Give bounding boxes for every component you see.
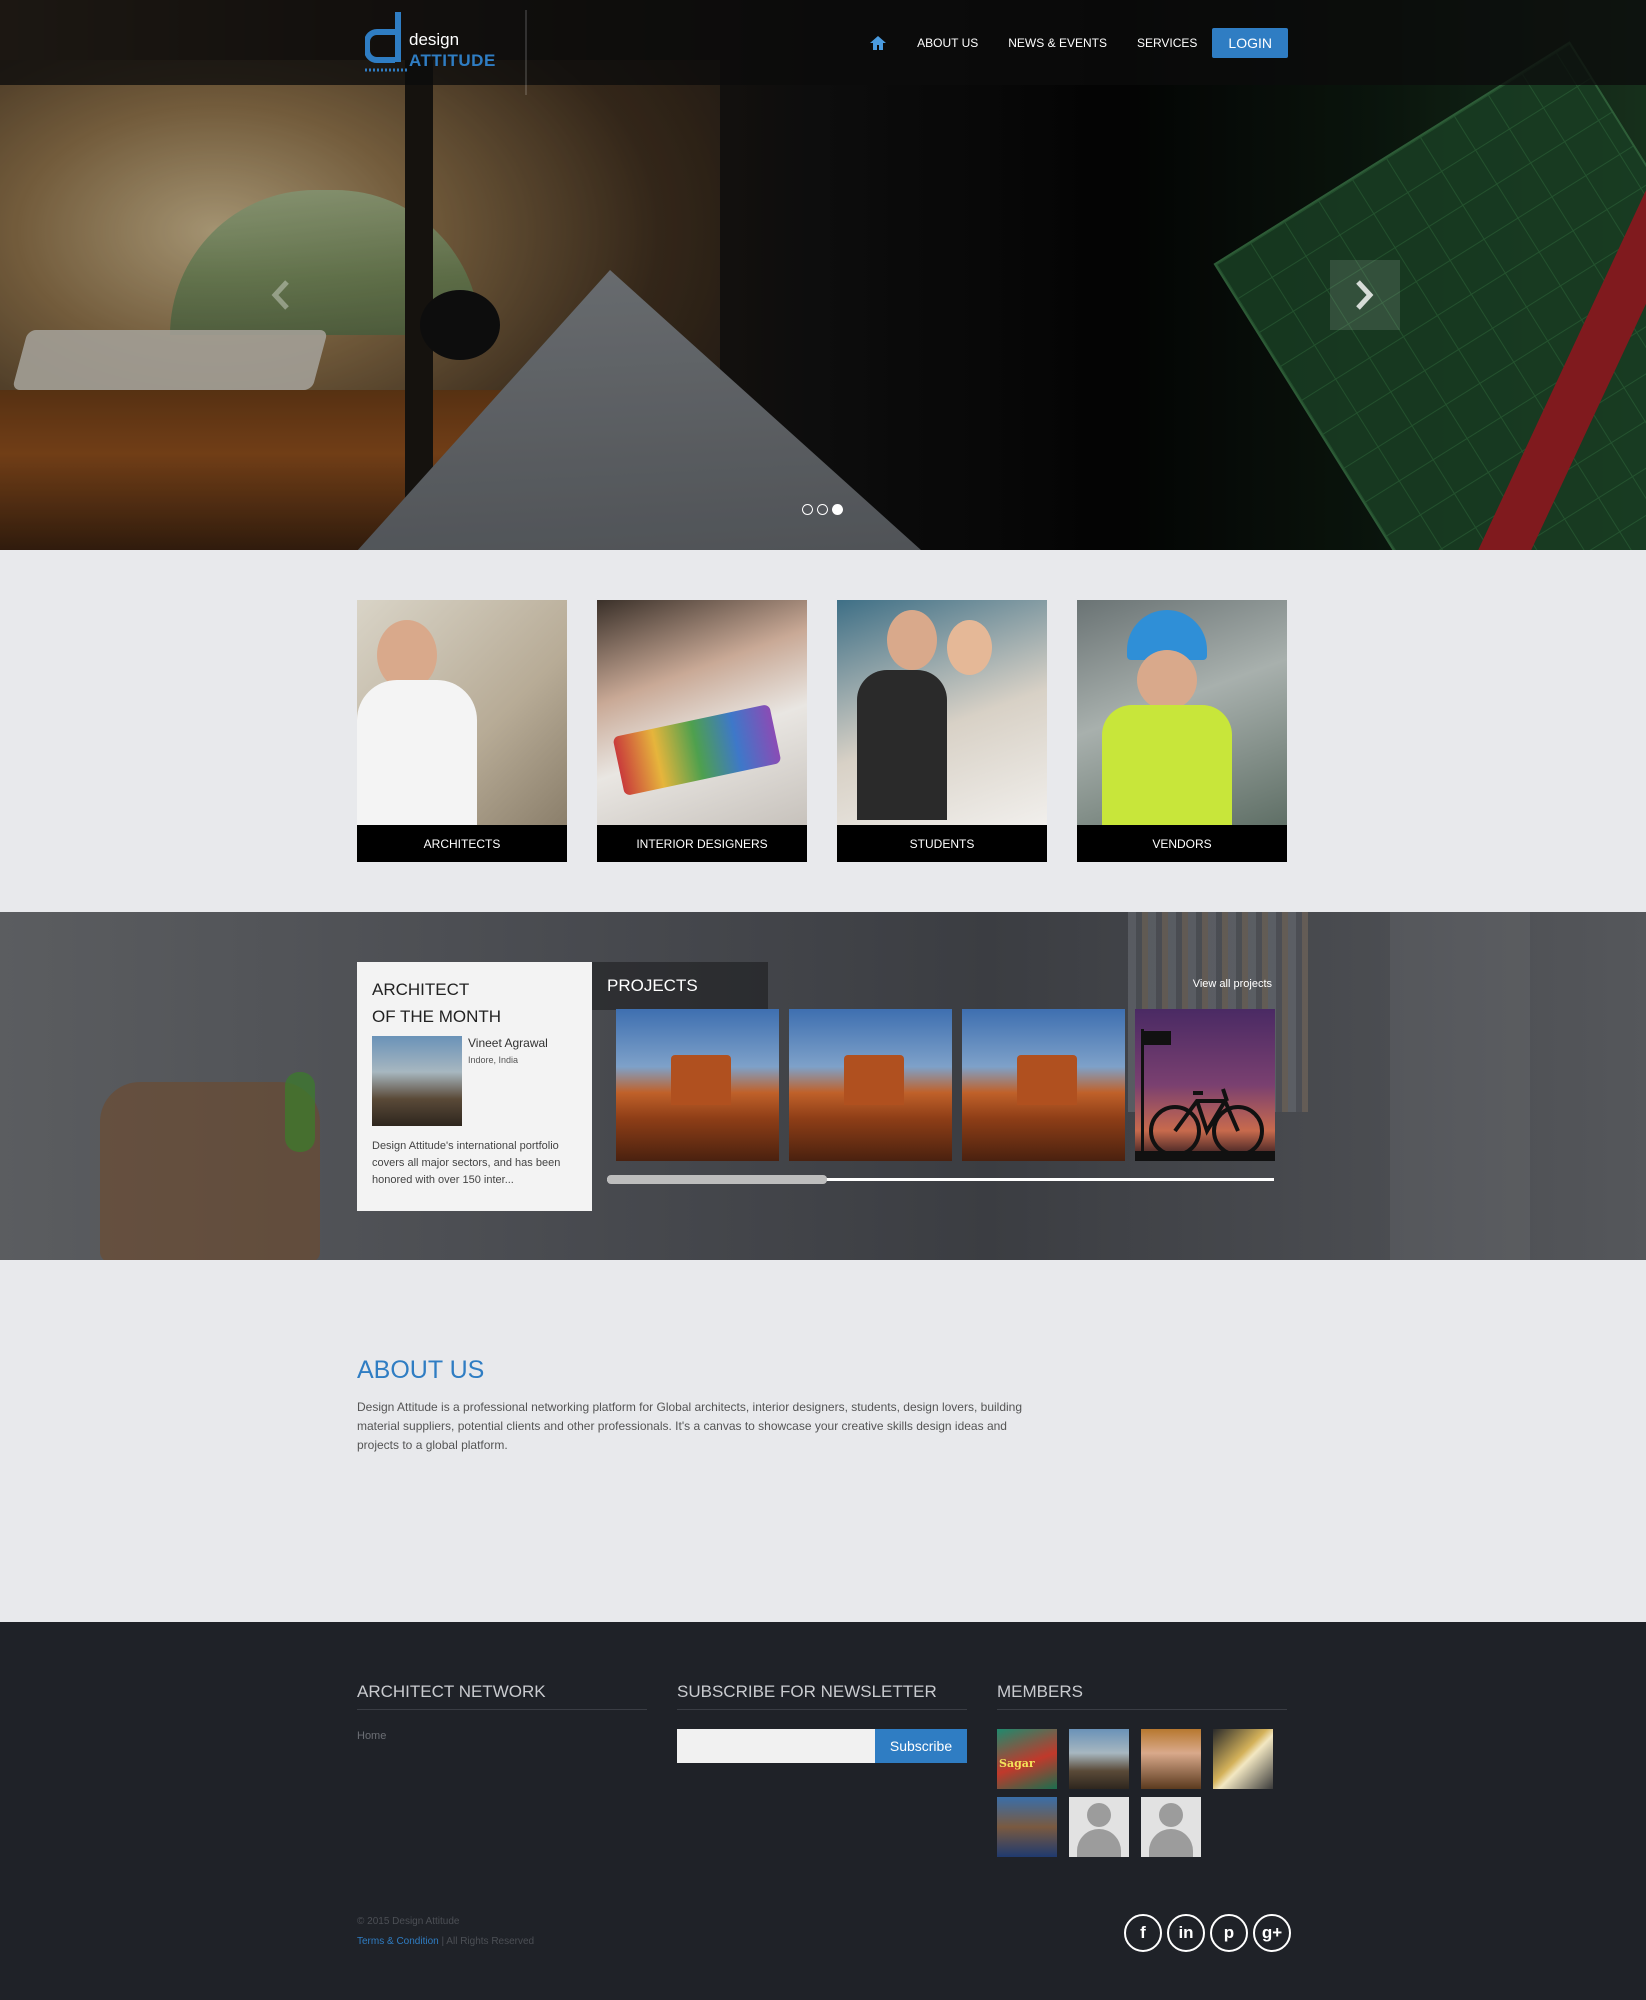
project-thumbnail[interactable]	[789, 1009, 952, 1161]
member-avatar-default[interactable]	[1141, 1797, 1201, 1857]
slider-dot-active[interactable]	[832, 504, 843, 515]
member-avatar[interactable]	[1141, 1729, 1201, 1789]
member-avatar[interactable]	[1213, 1729, 1273, 1789]
about-section: ABOUT US Design Attitude is a profession…	[0, 1260, 1646, 1622]
member-avatar[interactable]	[1069, 1729, 1129, 1789]
aotm-heading: ARCHITECT OF THE MONTH	[372, 980, 502, 1026]
nav-news-events[interactable]: NEWS & EVENTS	[1008, 36, 1107, 50]
footer-newsletter: SUBSCRIBE FOR NEWSLETTER Subscribe	[677, 1682, 967, 1772]
chevron-right-icon	[1356, 280, 1374, 310]
category-label: ARCHITECTS	[423, 836, 501, 851]
nav-about-us[interactable]: ABOUT US	[917, 36, 978, 50]
category-card-interior-designers[interactable]: INTERIOR DESIGNERS	[597, 600, 807, 862]
about-heading: ABOUT US	[357, 1356, 485, 1384]
footer-architect-network: ARCHITECT NETWORK Home	[357, 1682, 647, 1742]
project-thumbnail[interactable]	[616, 1009, 779, 1161]
site-footer: ARCHITECT NETWORK Home SUBSCRIBE FOR NEW…	[0, 1622, 1646, 2000]
bicycle-icon	[1135, 1029, 1275, 1161]
subscribe-button[interactable]: Subscribe	[875, 1729, 967, 1763]
architect-of-month-card[interactable]: ARCHITECT OF THE MONTH Vineet Agrawal In…	[357, 962, 592, 1211]
main-menu: ABOUT US NEWS & EVENTS SERVICES LOGIN	[869, 28, 1288, 58]
view-all-projects-link[interactable]: View all projects	[1193, 978, 1272, 990]
footer-heading: SUBSCRIBE FOR NEWSLETTER	[677, 1682, 967, 1710]
category-card-vendors[interactable]: VENDORS	[1077, 600, 1287, 862]
slider-dot[interactable]	[802, 504, 813, 515]
newsletter-email-input[interactable]	[677, 1729, 875, 1763]
facebook-icon[interactable]: f	[1124, 1914, 1162, 1952]
projects-heading: PROJECTS	[607, 976, 698, 995]
category-photo	[1077, 600, 1287, 825]
footer-home-link[interactable]: Home	[357, 1730, 647, 1742]
site-logo[interactable]: design ATTITUDE	[365, 10, 527, 95]
slider-next-button[interactable]	[1330, 260, 1400, 330]
architect-photo[interactable]	[372, 1036, 462, 1126]
member-avatar[interactable]: Sagar	[997, 1729, 1057, 1789]
category-photo	[837, 600, 1047, 825]
rights-text: | All Rights Reserved	[441, 1936, 535, 1947]
member-avatar[interactable]	[997, 1797, 1057, 1857]
architect-name[interactable]: Vineet Agrawal	[468, 1036, 548, 1050]
terms-row: Terms & Condition | All Rights Reserved	[357, 1936, 534, 1947]
project-thumbnail[interactable]	[962, 1009, 1125, 1161]
logo-mark-icon	[365, 12, 409, 72]
pinterest-icon[interactable]: p	[1210, 1914, 1248, 1952]
copyright-text: © 2015 Design Attitude	[357, 1916, 460, 1927]
footer-heading: MEMBERS	[997, 1682, 1287, 1710]
chevron-left-icon	[271, 280, 289, 310]
architect-location: Indore, India	[468, 1055, 519, 1065]
linkedin-icon[interactable]: in	[1167, 1914, 1205, 1952]
logo-text-attitude: ATTITUDE	[409, 51, 496, 70]
google-plus-icon[interactable]: g+	[1253, 1914, 1291, 1952]
social-links: f in p g+	[1124, 1914, 1291, 1952]
category-label: STUDENTS	[909, 836, 975, 851]
category-photo	[357, 600, 567, 825]
about-body: Design Attitude is a professional networ…	[357, 1400, 1023, 1452]
login-button[interactable]: LOGIN	[1212, 28, 1288, 58]
feature-band: ARCHITECT OF THE MONTH Vineet Agrawal In…	[0, 912, 1646, 1262]
slider-dots	[802, 504, 843, 515]
category-card-students[interactable]: STUDENTS	[837, 600, 1047, 862]
hero-slider: design ATTITUDE ABOUT US NEWS & EVENTS S…	[0, 0, 1646, 550]
category-photo	[597, 600, 807, 825]
home-icon[interactable]	[869, 34, 887, 52]
footer-members: MEMBERS Sagar	[997, 1682, 1287, 1872]
member-avatar-default[interactable]	[1069, 1797, 1129, 1857]
projects-carousel: PROJECTS View all projects	[592, 962, 1275, 1211]
project-thumbnail[interactable]	[1135, 1009, 1275, 1161]
slider-dot[interactable]	[817, 504, 828, 515]
footer-heading: ARCHITECT NETWORK	[357, 1682, 647, 1710]
logo-text-design: design	[409, 30, 460, 49]
nav-services[interactable]: SERVICES	[1137, 36, 1197, 50]
terms-link[interactable]: Terms & Condition	[357, 1936, 439, 1947]
top-navigation-bar: design ATTITUDE ABOUT US NEWS & EVENTS S…	[0, 0, 1646, 95]
category-label: VENDORS	[1152, 836, 1212, 851]
projects-scroll-thumb[interactable]	[607, 1175, 827, 1184]
category-card-architects[interactable]: ARCHITECTS	[357, 600, 567, 862]
category-section: ARCHITECTS INTERIOR DESIGNERS STUDENTS V…	[0, 550, 1646, 912]
architect-description: Design Attitude's international portfoli…	[372, 1140, 561, 1186]
category-label: INTERIOR DESIGNERS	[636, 836, 768, 851]
slider-prev-button[interactable]	[245, 260, 315, 330]
